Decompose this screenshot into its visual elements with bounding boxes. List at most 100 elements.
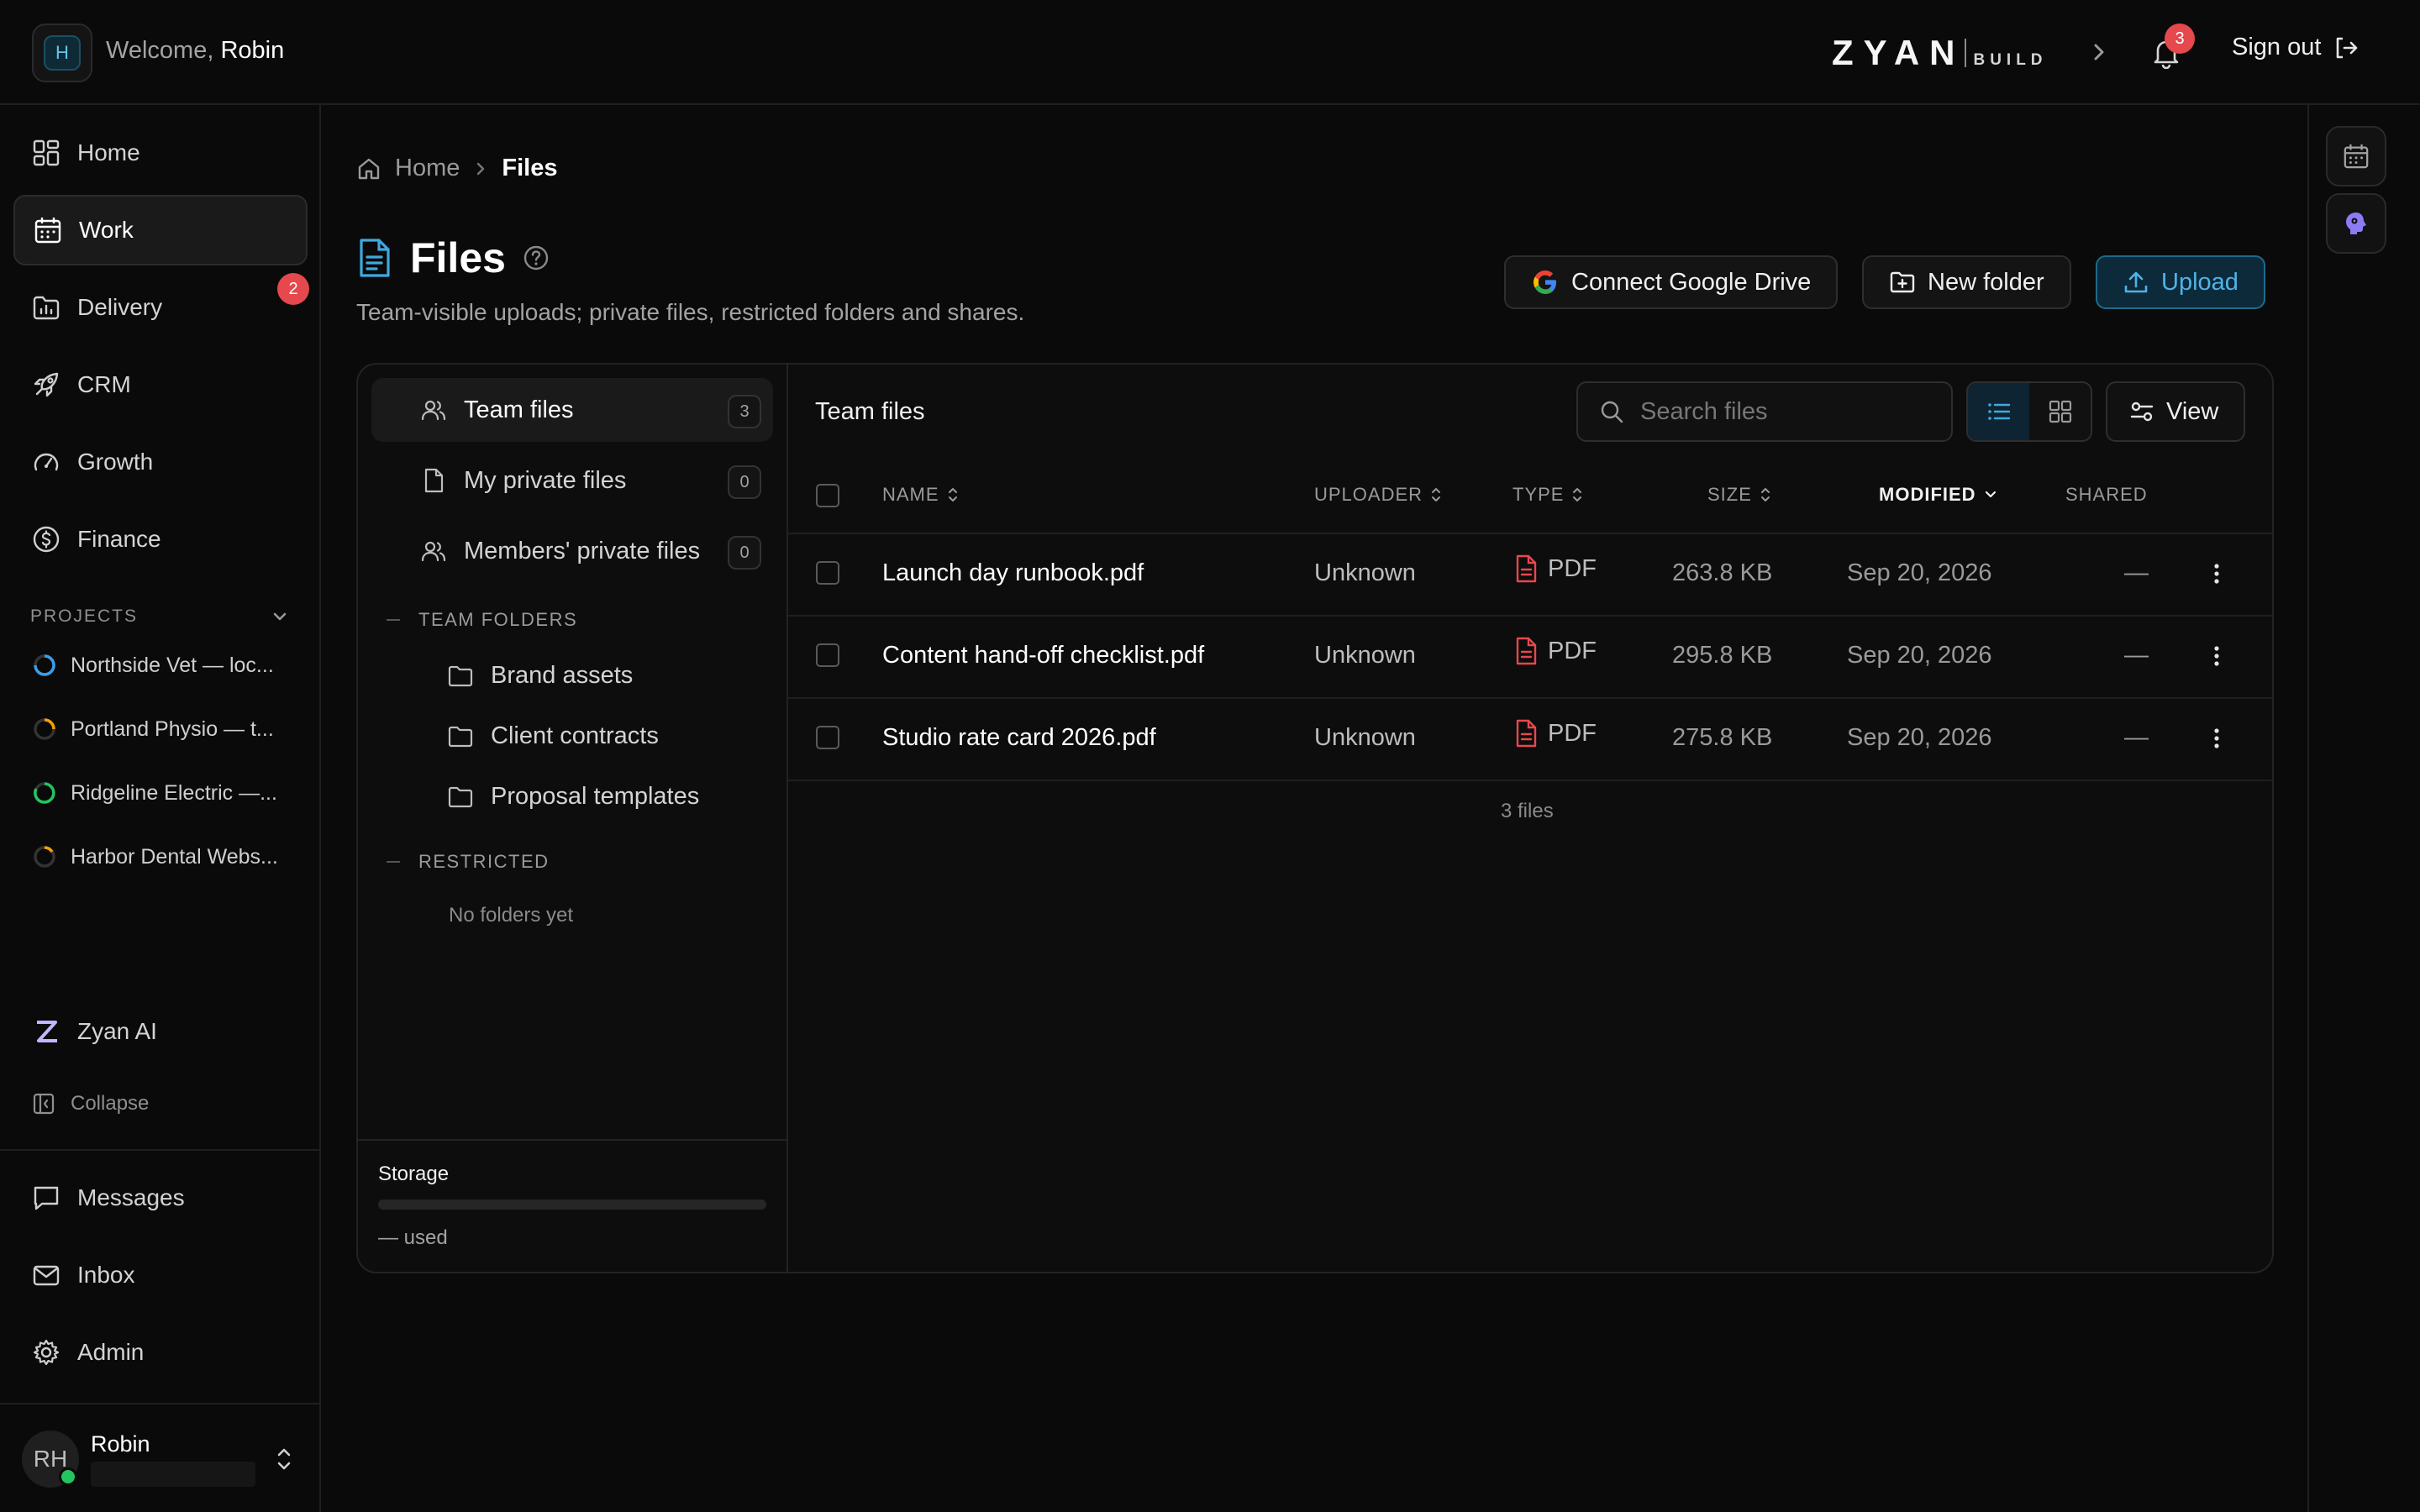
pdf-file-icon: [1514, 637, 1538, 665]
sidebar-item-home[interactable]: Home: [13, 118, 308, 188]
column-header-modified[interactable]: MODIFIED: [1879, 484, 1998, 506]
delivery-badge: 2: [277, 273, 309, 305]
file-shared: —: [2124, 642, 2149, 669]
breadcrumb-home[interactable]: Home: [395, 155, 460, 182]
folder-nav-label: My private files: [464, 466, 627, 494]
sidebar-item-messages[interactable]: Messages: [13, 1163, 308, 1233]
upload-button[interactable]: Upload: [2096, 255, 2265, 309]
sidebar-item-delivery[interactable]: Delivery: [13, 272, 308, 343]
ai-assistant-rail-button[interactable]: [2326, 193, 2386, 254]
sidebar-item-growth[interactable]: Growth: [13, 427, 308, 497]
more-vertical-icon[interactable]: [2212, 724, 2222, 753]
search-icon: [1598, 398, 1625, 425]
file-modified: Sep 20, 2026: [1847, 559, 1992, 586]
team-folder-item[interactable]: Brand assets: [447, 662, 633, 690]
sidebar-item-work[interactable]: Work: [13, 195, 308, 265]
project-item[interactable]: Harbor Dental Webs...: [32, 840, 292, 874]
collapse-button[interactable]: Collapse: [32, 1092, 149, 1116]
column-header-type[interactable]: TYPE: [1512, 484, 1584, 506]
folder-nav-members-private-files[interactable]: Members' private files 0: [371, 519, 773, 583]
sidebar-item-finance[interactable]: Finance: [13, 504, 308, 575]
team-folders-group[interactable]: TEAM FOLDERS: [387, 609, 577, 631]
chevron-down-icon[interactable]: [271, 608, 289, 625]
chevron-right-icon[interactable]: [2091, 40, 2107, 64]
file-name[interactable]: Content hand-off checklist.pdf: [882, 642, 1204, 669]
grid-view-button[interactable]: [2029, 383, 2091, 440]
row-checkbox[interactable]: [816, 726, 839, 749]
team-folder-label: Proposal templates: [491, 783, 700, 810]
column-header-uploader[interactable]: UPLOADER: [1314, 484, 1443, 506]
search-field[interactable]: [1576, 381, 1953, 442]
column-header-shared: SHARED: [2065, 484, 2148, 506]
team-folders-label: TEAM FOLDERS: [418, 609, 578, 630]
new-folder-button[interactable]: New folder: [1862, 255, 2071, 309]
row-checkbox[interactable]: [816, 643, 839, 667]
dollar-icon: [32, 525, 60, 554]
column-header-size[interactable]: SIZE: [1707, 484, 1772, 506]
column-header-name[interactable]: NAME: [882, 484, 960, 506]
team-folder-label: Brand assets: [491, 662, 634, 689]
folder-nav-team-files[interactable]: Team files 3: [371, 378, 773, 442]
team-folder-item[interactable]: Client contracts: [447, 722, 659, 750]
project-item[interactable]: Portland Physio — t...: [32, 712, 292, 746]
table-row[interactable]: Content hand-off checklist.pdf Unknown P…: [788, 617, 2272, 697]
team-folder-item[interactable]: Proposal templates: [447, 783, 699, 811]
file-text-icon: [356, 237, 393, 279]
file-count-footer: 3 files: [1501, 800, 1554, 822]
list-view-button[interactable]: [1968, 383, 2029, 440]
storage-bar: [378, 1200, 766, 1210]
home-icon[interactable]: [356, 156, 381, 181]
file-uploader: Unknown: [1314, 559, 1416, 586]
zyan-ai-label: Zyan AI: [77, 1018, 157, 1044]
more-vertical-icon[interactable]: [2212, 559, 2222, 588]
more-vertical-icon[interactable]: [2212, 642, 2222, 670]
progress-ring-icon: [34, 782, 55, 804]
file-name[interactable]: Studio rate card 2026.pdf: [882, 724, 1156, 752]
column-label: SHARED: [2065, 484, 2148, 505]
restricted-group[interactable]: RESTRICTED: [387, 851, 550, 873]
help-icon[interactable]: [523, 244, 550, 271]
table-row[interactable]: Launch day runbook.pdf Unknown PDF 263.8…: [788, 534, 2272, 615]
project-label: Ridgeline Electric —...: [71, 780, 277, 805]
project-item[interactable]: Ridgeline Electric —...: [32, 776, 292, 810]
page-title: Files: [410, 234, 506, 281]
project-label: Northside Vet — loc...: [71, 653, 274, 677]
message-icon: [32, 1184, 60, 1212]
mail-icon: [32, 1261, 60, 1289]
connect-google-drive-button[interactable]: Connect Google Drive: [1504, 255, 1839, 309]
folder-icon: [447, 724, 474, 749]
sign-out-button[interactable]: Sign out: [2232, 34, 2360, 61]
connect-drive-label: Connect Google Drive: [1571, 268, 1812, 296]
file-name[interactable]: Launch day runbook.pdf: [882, 559, 1144, 587]
view-options-button[interactable]: View: [2106, 381, 2245, 442]
file-shared: —: [2124, 724, 2149, 751]
users-icon: [420, 396, 447, 423]
file-type-label: PDF: [1548, 554, 1597, 582]
select-all-checkbox[interactable]: [816, 484, 839, 507]
chevrons-up-down-icon[interactable]: [274, 1445, 294, 1473]
file-icon: [420, 467, 447, 494]
calendar-rail-button[interactable]: [2326, 126, 2386, 186]
table-row[interactable]: Studio rate card 2026.pdf Unknown PDF 27…: [788, 699, 2272, 780]
panel-divider: [786, 365, 788, 1272]
folder-plus-icon: [1889, 269, 1916, 296]
pdf-file-icon: [1514, 719, 1538, 748]
folder-count-badge: 0: [728, 465, 761, 499]
search-input[interactable]: [1640, 397, 1943, 426]
zyan-ai-button[interactable]: Zyan AI: [13, 996, 308, 1067]
no-folders-text: No folders yet: [449, 904, 574, 927]
brand-logo[interactable]: ZYAN BUILD: [1832, 32, 2048, 74]
sidebar-item-admin[interactable]: Admin: [13, 1317, 308, 1388]
breadcrumb: Home Files: [356, 155, 557, 182]
workspace-switcher[interactable]: H: [32, 24, 92, 82]
row-checkbox[interactable]: [816, 561, 839, 585]
sidebar-item-label: Admin: [77, 1339, 145, 1365]
folder-nav-my-private-files[interactable]: My private files 0: [371, 449, 773, 512]
project-item[interactable]: Northside Vet — loc...: [32, 648, 292, 682]
sidebar-item-crm[interactable]: CRM: [13, 349, 308, 420]
column-label: UPLOADER: [1314, 484, 1423, 505]
new-folder-label: New folder: [1928, 268, 2044, 296]
file-uploader: Unknown: [1314, 642, 1416, 669]
sidebar-item-inbox[interactable]: Inbox: [13, 1240, 308, 1310]
user-name[interactable]: Robin: [91, 1431, 150, 1457]
